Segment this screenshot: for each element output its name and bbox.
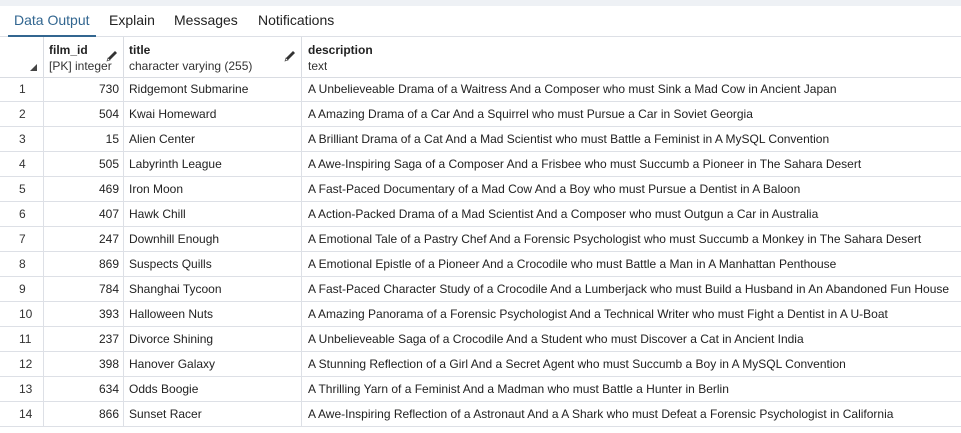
table-row[interactable]: 5 469 Iron Moon A Fast-Paced Documentary of…	[0, 177, 961, 202]
row-number[interactable]: 4	[0, 152, 44, 176]
description-cell[interactable]: A Thrilling Yarn of a Feminist And a Mad…	[302, 377, 961, 401]
title-cell[interactable]: Halloween Nuts	[124, 302, 302, 326]
title-cell[interactable]: Hanover Galaxy	[124, 352, 302, 376]
film-id-cell[interactable]: 237	[44, 327, 124, 351]
table-row[interactable]: 4 505 Labyrinth League A Awe-Inspiring Saga…	[0, 152, 961, 177]
column-header-film-id[interactable]: film_id [PK] integer	[44, 37, 124, 77]
title-cell[interactable]: Downhill Enough	[124, 227, 302, 251]
row-number[interactable]: 6	[0, 202, 44, 226]
tab-data-output[interactable]: Data Output	[8, 6, 95, 37]
title-cell[interactable]: Suspects Quills	[124, 252, 302, 276]
table-row[interactable]: 9 784 Shanghai Tycoon A Fast-Paced Characte…	[0, 277, 961, 302]
title-cell[interactable]: Shanghai Tycoon	[124, 277, 302, 301]
tab-messages[interactable]: Messages	[174, 6, 238, 36]
title-cell[interactable]: Odds Boogie	[124, 377, 302, 401]
film-id-cell[interactable]: 505	[44, 152, 124, 176]
grid-header: film_id [PK] integer title character var…	[0, 37, 961, 78]
description-cell[interactable]: A Amazing Drama of a Car And a Squirrel …	[302, 102, 961, 126]
table-row[interactable]: 3 15 Alien Center A Brilliant Drama of a Ca…	[0, 127, 961, 152]
pencil-icon[interactable]	[105, 49, 119, 63]
film-id-cell[interactable]: 469	[44, 177, 124, 201]
description-cell[interactable]: A Unbelieveable Drama of a Waitress And …	[302, 77, 961, 101]
row-number[interactable]: 13	[0, 377, 44, 401]
table-row[interactable]: 11 237 Divorce Shining A Unbelieveable Saga…	[0, 327, 961, 352]
table-row[interactable]: 1 730 Ridgemont Submarine A Unbelieveable D…	[0, 77, 961, 102]
title-cell[interactable]: Hawk Chill	[124, 202, 302, 226]
table-row[interactable]: 13 634 Odds Boogie A Thrilling Yarn of a Fe…	[0, 377, 961, 402]
film-id-cell[interactable]: 15	[44, 127, 124, 151]
title-cell[interactable]: Kwai Homeward	[124, 102, 302, 126]
description-cell[interactable]: A Emotional Tale of a Pastry Chef And a …	[302, 227, 961, 251]
row-number[interactable]: 12	[0, 352, 44, 376]
description-cell[interactable]: A Fast-Paced Documentary of a Mad Cow An…	[302, 177, 961, 201]
description-cell[interactable]: A Brilliant Drama of a Cat And a Mad Sci…	[302, 127, 961, 151]
result-tabs: Data Output Explain Messages Notificatio…	[0, 6, 961, 37]
table-row[interactable]: 6 407 Hawk Chill A Action-Packed Drama of a…	[0, 202, 961, 227]
column-name: description	[308, 43, 373, 57]
film-id-cell[interactable]: 393	[44, 302, 124, 326]
title-cell[interactable]: Sunset Racer	[124, 402, 302, 426]
table-row[interactable]: 10 393 Halloween Nuts A Amazing Panorama of…	[0, 302, 961, 327]
row-number[interactable]: 3	[0, 127, 44, 151]
row-number[interactable]: 10	[0, 302, 44, 326]
column-header-title[interactable]: title character varying (255)	[124, 37, 302, 77]
description-cell[interactable]: A Amazing Panorama of a Forensic Psychol…	[302, 302, 961, 326]
row-number[interactable]: 7	[0, 227, 44, 251]
title-cell[interactable]: Alien Center	[124, 127, 302, 151]
title-cell[interactable]: Divorce Shining	[124, 327, 302, 351]
tab-explain[interactable]: Explain	[109, 6, 155, 36]
column-type: text	[308, 59, 328, 73]
film-id-cell[interactable]: 634	[44, 377, 124, 401]
select-all-corner[interactable]	[0, 37, 44, 77]
row-number[interactable]: 11	[0, 327, 44, 351]
title-cell[interactable]: Iron Moon	[124, 177, 302, 201]
description-cell[interactable]: A Stunning Reflection of a Girl And a Se…	[302, 352, 961, 376]
row-number[interactable]: 9	[0, 277, 44, 301]
table-row[interactable]: 2 504 Kwai Homeward A Amazing Drama of a Ca…	[0, 102, 961, 127]
description-cell[interactable]: A Action-Packed Drama of a Mad Scientist…	[302, 202, 961, 226]
film-id-cell[interactable]: 504	[44, 102, 124, 126]
film-id-cell[interactable]: 869	[44, 252, 124, 276]
table-row[interactable]: 14 866 Sunset Racer A Awe-Inspiring Reflect…	[0, 402, 961, 427]
table-row[interactable]: 8 869 Suspects Quills A Emotional Epistle o…	[0, 252, 961, 277]
film-id-cell[interactable]: 784	[44, 277, 124, 301]
description-cell[interactable]: A Awe-Inspiring Reflection of a Astronau…	[302, 402, 961, 426]
column-type: character varying (255)	[129, 59, 253, 73]
row-number[interactable]: 5	[0, 177, 44, 201]
column-name: film_id	[49, 43, 88, 57]
film-id-cell[interactable]: 398	[44, 352, 124, 376]
table-row[interactable]: 12 398 Hanover Galaxy A Stunning Reflection…	[0, 352, 961, 377]
description-cell[interactable]: A Awe-Inspiring Saga of a Composer And a…	[302, 152, 961, 176]
row-number[interactable]: 14	[0, 402, 44, 426]
film-id-cell[interactable]: 730	[44, 77, 124, 101]
film-id-cell[interactable]: 407	[44, 202, 124, 226]
column-header-description[interactable]: description text	[302, 37, 961, 77]
film-id-cell[interactable]: 247	[44, 227, 124, 251]
tab-notifications[interactable]: Notifications	[258, 6, 334, 36]
table-row[interactable]: 7 247 Downhill Enough A Emotional Tale of a…	[0, 227, 961, 252]
row-number[interactable]: 8	[0, 252, 44, 276]
description-cell[interactable]: A Fast-Paced Character Study of a Crocod…	[302, 277, 961, 301]
row-number[interactable]: 1	[0, 77, 44, 101]
column-name: title	[129, 43, 151, 57]
sort-corner-icon	[30, 64, 37, 71]
description-cell[interactable]: A Emotional Epistle of a Pioneer And a C…	[302, 252, 961, 276]
title-cell[interactable]: Ridgemont Submarine	[124, 77, 302, 101]
pencil-icon[interactable]	[283, 49, 297, 63]
description-cell[interactable]: A Unbelieveable Saga of a Crocodile And …	[302, 327, 961, 351]
title-cell[interactable]: Labyrinth League	[124, 152, 302, 176]
row-number[interactable]: 2	[0, 102, 44, 126]
film-id-cell[interactable]: 866	[44, 402, 124, 426]
